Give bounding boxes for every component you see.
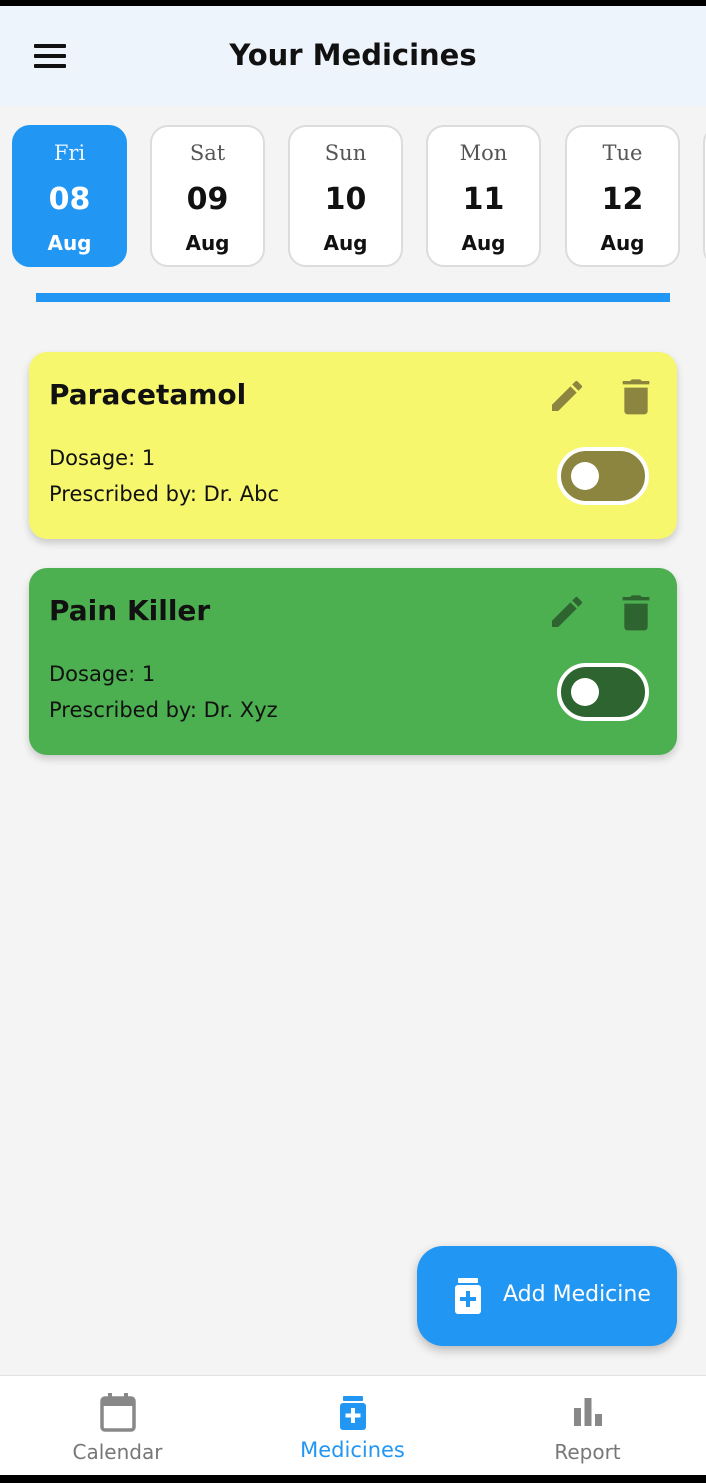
app-bar: Your Medicines [0,6,706,106]
day-number: 12 [601,182,644,217]
delete-icon[interactable] [619,592,653,632]
medicine-bottle-add-icon [455,1278,481,1314]
nav-item-medicines[interactable]: Medicines [235,1376,470,1476]
day-number: 08 [48,182,91,217]
day-month: Aug [600,231,645,255]
reminder-toggle[interactable] [557,663,649,721]
medicine-card-pain-killer[interactable]: Pain Killer Dosage: 1 Prescribed by: Dr.… [29,568,677,755]
day-chip-sat[interactable]: Sat 09 Aug [150,125,265,267]
edit-icon[interactable] [547,592,587,632]
day-number: 11 [462,182,505,217]
day-name: Sun [324,141,367,165]
delete-icon[interactable] [619,376,653,416]
system-nav-strip [0,1475,706,1483]
day-chip-mon[interactable]: Mon 11 Aug [426,125,541,267]
day-name: Sat [189,141,226,165]
day-name: Mon [459,141,508,165]
medicine-dosage: Dosage: 1 [49,662,156,686]
page-title: Your Medicines [229,38,477,72]
day-chip-sun[interactable]: Sun 10 Aug [288,125,403,267]
medicine-prescriber: Prescribed by: Dr. Xyz [49,698,278,722]
day-chip-tue[interactable]: Tue 12 Aug [565,125,680,267]
nav-item-report[interactable]: Report [470,1376,705,1476]
bottom-navigation: Calendar Medicines Report [0,1375,706,1475]
calendar-icon [99,1393,136,1432]
toggle-knob [571,678,599,706]
toggle-knob [571,462,599,490]
nav-label: Medicines [300,1438,405,1462]
medicine-card-paracetamol[interactable]: Paracetamol Dosage: 1 Prescribed by: Dr.… [29,352,677,539]
medicine-name: Paracetamol [49,378,247,411]
bar-chart-icon [573,1398,602,1426]
reminder-toggle[interactable] [557,447,649,505]
medicine-dosage: Dosage: 1 [49,446,156,470]
day-month: Aug [185,231,230,255]
day-month: Aug [323,231,368,255]
date-strip-divider [36,293,670,302]
day-name: Fri [53,141,86,165]
nav-item-calendar[interactable]: Calendar [0,1376,235,1476]
day-name: Tue [602,141,643,165]
day-month: Aug [47,231,92,255]
date-strip: Fri 08 Aug Sat 09 Aug Sun 10 Aug Mon 11 … [12,125,706,269]
medicine-bottle-icon [339,1396,366,1430]
nav-label: Report [554,1440,621,1464]
edit-icon[interactable] [547,376,587,416]
day-chip-fri[interactable]: Fri 08 Aug [12,125,127,267]
add-medicine-label: Add Medicine [503,1282,651,1307]
add-medicine-button[interactable]: Add Medicine [417,1246,677,1346]
day-month: Aug [461,231,506,255]
nav-label: Calendar [72,1440,163,1464]
day-number: 10 [324,182,367,217]
medicine-name: Pain Killer [49,594,211,627]
medicine-prescriber: Prescribed by: Dr. Abc [49,482,280,506]
day-number: 09 [186,182,229,217]
